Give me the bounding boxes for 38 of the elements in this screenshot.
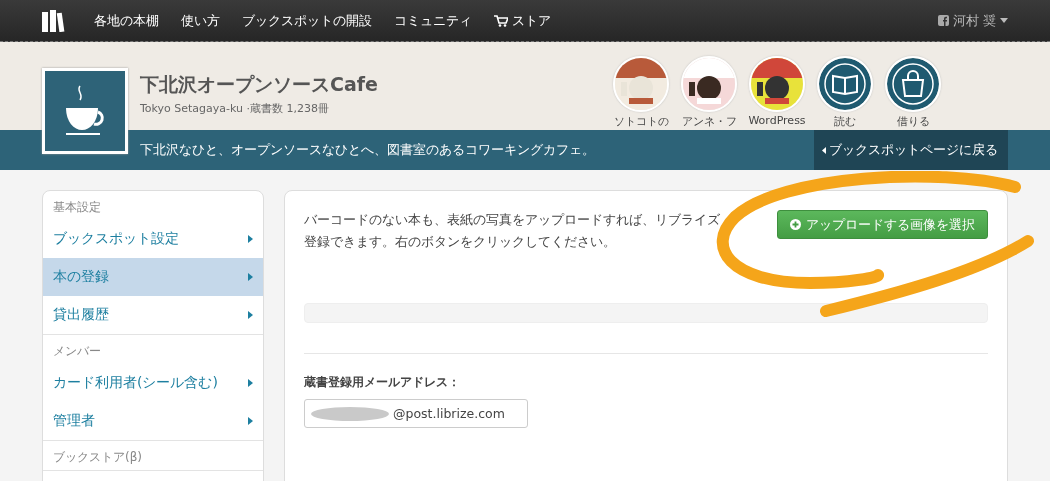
shelf-label[interactable]: ソトコトの bbox=[613, 114, 669, 129]
chevron-right-icon bbox=[248, 273, 253, 281]
plus-circle-icon bbox=[790, 219, 801, 230]
sidebar-item[interactable]: 管理者 bbox=[43, 402, 263, 440]
nav-link[interactable]: ストア bbox=[494, 11, 551, 30]
nav-link[interactable]: コミュニティ bbox=[394, 11, 472, 30]
spot-subtitle: Tokyo Setagaya-ku ·蔵書数 1,238冊 bbox=[140, 101, 331, 116]
books-logo-icon[interactable] bbox=[42, 9, 66, 32]
sidebar-item[interactable]: 貸出履歴 bbox=[43, 296, 263, 334]
shelf-label[interactable]: アンネ・フ bbox=[681, 114, 737, 129]
spot-title: 下北沢オープンソースCafe bbox=[140, 72, 378, 97]
nav-link[interactable]: 各地の本棚 bbox=[94, 11, 159, 30]
nav-link[interactable]: ブックスポットの開設 bbox=[242, 11, 372, 30]
chevron-right-icon bbox=[248, 235, 253, 243]
user-menu[interactable]: 河村 奨 bbox=[937, 11, 1008, 30]
sidebar-heading: ブックストア(β) bbox=[52, 449, 144, 466]
sidebar-item[interactable]: カード利用者(シール含む) bbox=[43, 364, 263, 402]
shelf-label[interactable]: WordPress bbox=[748, 114, 806, 127]
shelf-label[interactable]: 借りる bbox=[896, 114, 930, 129]
chevron-right-icon bbox=[248, 379, 253, 387]
facebook-icon bbox=[937, 15, 949, 26]
shelf-label[interactable]: 読む bbox=[834, 114, 856, 129]
back-button[interactable]: ブックスポットページに戻る bbox=[814, 130, 1008, 170]
chevron-right-icon bbox=[248, 417, 253, 425]
chevron-right-icon bbox=[248, 311, 253, 319]
sidebar-heading: 基本設定 bbox=[52, 199, 102, 216]
description-text: バーコードのない本も、表紙の写真をアップロードすれば、リブライズ bbox=[304, 211, 720, 229]
nav-link[interactable]: 使い方 bbox=[181, 11, 220, 30]
bag-badge-icon[interactable] bbox=[887, 58, 939, 110]
sidebar-heading: メンバー bbox=[52, 343, 102, 360]
book-badge-icon[interactable] bbox=[819, 58, 871, 110]
sidebar-item[interactable]: ブックスポット設定 bbox=[43, 220, 263, 258]
email-label: 蔵書登録用メールアドレス： bbox=[304, 374, 461, 391]
cart-icon bbox=[494, 14, 508, 27]
caret-icon bbox=[1000, 18, 1008, 23]
caret-left-icon bbox=[822, 146, 826, 154]
description-text: 登録できます。右のボタンをクリックしてください。 bbox=[304, 233, 617, 251]
tagline: 下北沢なひと、オープンソースなひとへ、図書室のあるコワーキングカフェ。 bbox=[140, 141, 595, 159]
